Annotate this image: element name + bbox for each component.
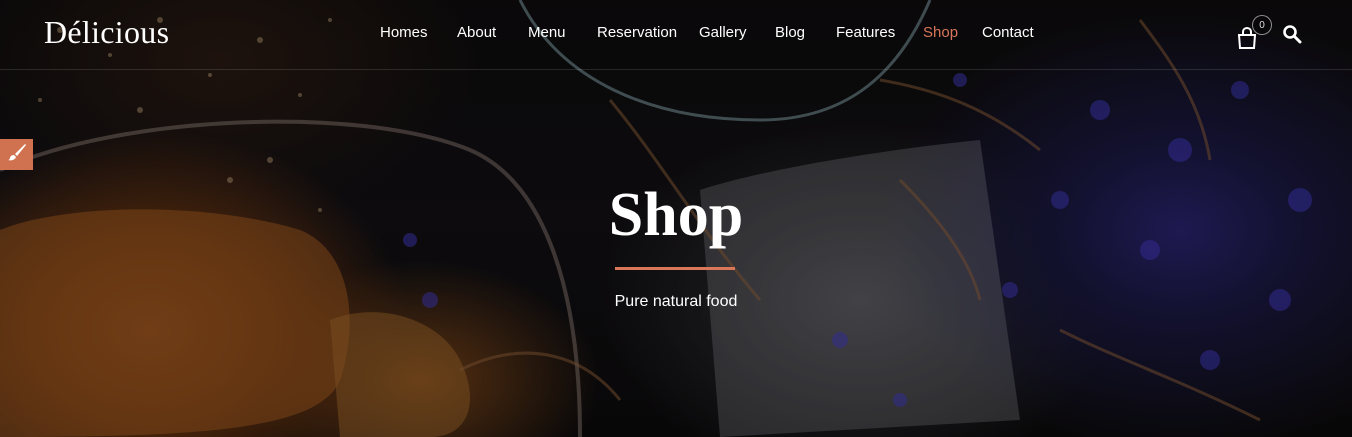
- page-subtitle: Pure natural food: [614, 293, 738, 310]
- search-icon[interactable]: [1282, 24, 1302, 44]
- cart-count-badge[interactable]: 0: [1252, 15, 1272, 35]
- nav-item-contact[interactable]: Contact: [982, 24, 1034, 41]
- nav-item-about[interactable]: About: [457, 24, 496, 41]
- title-divider: [615, 267, 735, 270]
- page-title: Shop: [608, 181, 744, 249]
- nav-item-gallery[interactable]: Gallery: [699, 24, 747, 41]
- nav-item-shop[interactable]: Shop: [923, 24, 958, 41]
- nav-item-blog[interactable]: Blog: [775, 24, 805, 41]
- top-navbar: Délicious Homes About Menu Reservation G…: [0, 0, 1352, 70]
- nav-item-reservation[interactable]: Reservation: [597, 24, 677, 41]
- paintbrush-icon: [7, 143, 27, 166]
- nav-item-menu[interactable]: Menu: [528, 24, 566, 41]
- nav-item-homes[interactable]: Homes: [380, 24, 428, 41]
- customizer-toggle-button[interactable]: [0, 139, 33, 170]
- site-logo[interactable]: Délicious: [44, 14, 169, 51]
- nav-item-features[interactable]: Features: [836, 24, 895, 41]
